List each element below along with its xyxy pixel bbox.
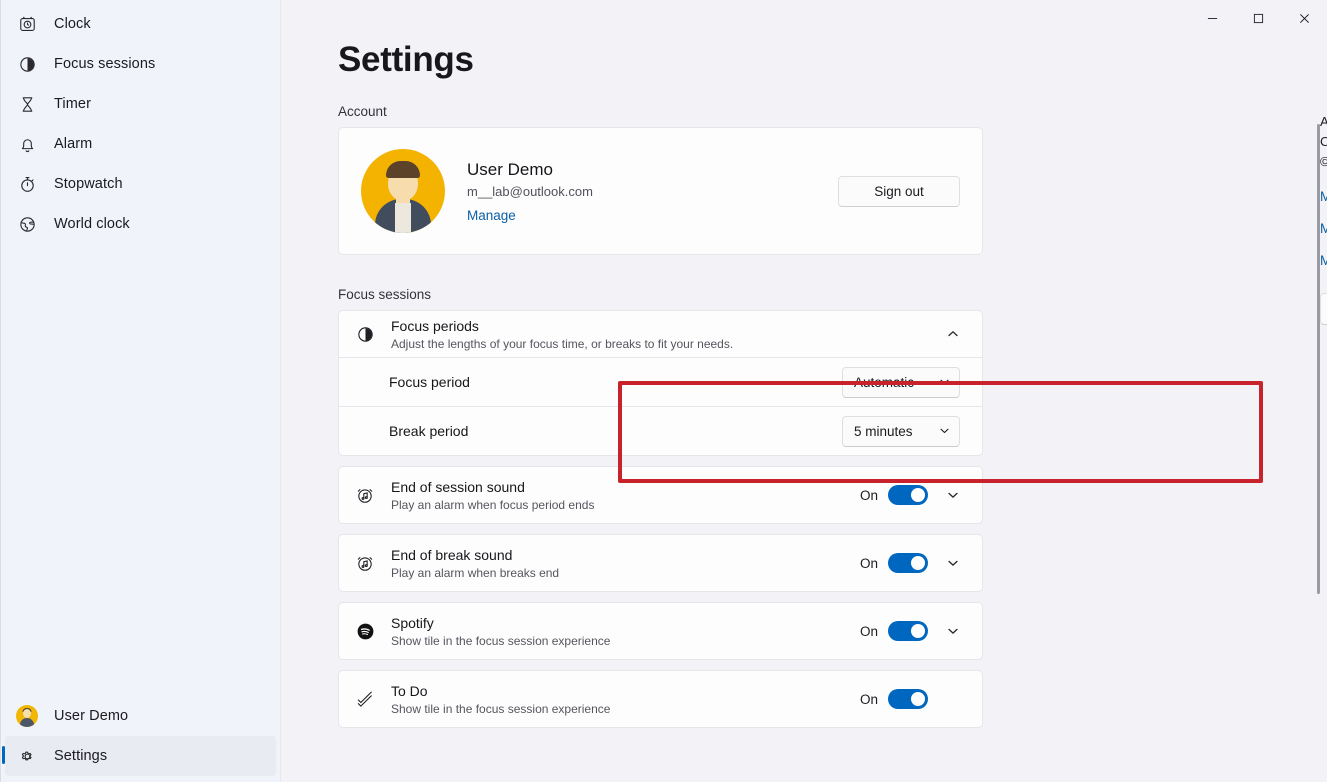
sidebar-item-world-clock[interactable]: World clock bbox=[5, 204, 275, 244]
maximize-button[interactable] bbox=[1235, 0, 1281, 36]
window-left-border bbox=[0, 0, 1, 782]
toggle-state-label: On bbox=[860, 556, 878, 571]
chevron-up-icon[interactable] bbox=[938, 319, 968, 349]
sidebar-item-label: Focus sessions bbox=[54, 56, 155, 72]
setting-row-subtitle: Play an alarm when focus period ends bbox=[391, 498, 860, 512]
setting-row-title: Spotify bbox=[391, 615, 860, 631]
break-period-dropdown[interactable]: 5 minutes bbox=[842, 416, 960, 447]
main-content: Settings Account User Demo m__lab@outloo… bbox=[281, 0, 1327, 782]
sidebar-item-label: Stopwatch bbox=[54, 176, 123, 192]
sidebar-item-label: Alarm bbox=[54, 136, 92, 152]
focus-sessions-icon bbox=[353, 322, 377, 346]
account-email: m__lab@outlook.com bbox=[467, 184, 838, 199]
sidebar-bottom-group: User Demo Settings bbox=[0, 696, 281, 776]
avatar bbox=[361, 149, 445, 233]
manage-account-link[interactable]: Manage bbox=[467, 208, 838, 223]
setting-row-spotify: Spotify Show tile in the focus session e… bbox=[338, 602, 983, 660]
toggle-state-label: On bbox=[860, 624, 878, 639]
spotify-toggle[interactable] bbox=[888, 621, 928, 641]
setting-row-end-of-session-sound: End of session sound Play an alarm when … bbox=[338, 466, 983, 524]
chevron-down-icon bbox=[939, 375, 950, 390]
account-card: User Demo m__lab@outlook.com Manage Sign… bbox=[338, 127, 983, 255]
spotify-icon bbox=[353, 619, 377, 643]
alarm-sound-icon bbox=[353, 551, 377, 575]
sidebar-item-alarm[interactable]: Alarm bbox=[5, 124, 275, 164]
focus-sessions-icon bbox=[16, 53, 38, 75]
to-do-toggle[interactable] bbox=[888, 689, 928, 709]
setting-row-subtitle: Play an alarm when breaks end bbox=[391, 566, 860, 580]
scrollbar[interactable] bbox=[1313, 42, 1325, 778]
minimize-button[interactable] bbox=[1189, 0, 1235, 36]
focus-period-value: Automatic bbox=[854, 375, 939, 390]
user-avatar-icon bbox=[16, 705, 38, 727]
globe-icon bbox=[16, 213, 38, 235]
sidebar-item-label: Clock bbox=[54, 16, 91, 32]
clock-icon bbox=[16, 13, 38, 35]
sidebar-item-label: User Demo bbox=[54, 708, 128, 724]
account-name: User Demo bbox=[467, 160, 838, 180]
sidebar-item-label: World clock bbox=[54, 216, 130, 232]
setting-row-title: End of break sound bbox=[391, 547, 860, 563]
chevron-down-icon[interactable] bbox=[938, 480, 968, 510]
toggle-state-label: On bbox=[860, 488, 878, 503]
sidebar-item-label: Timer bbox=[54, 96, 91, 112]
page-title: Settings bbox=[338, 40, 474, 80]
sign-out-button[interactable]: Sign out bbox=[838, 176, 960, 207]
focus-periods-group: Focus periods Adjust the lengths of your… bbox=[338, 310, 983, 456]
window-controls bbox=[1189, 0, 1327, 36]
chevron-down-icon[interactable] bbox=[938, 616, 968, 646]
break-period-value: 5 minutes bbox=[854, 424, 939, 439]
sidebar-item-timer[interactable]: Timer bbox=[5, 84, 275, 124]
setting-row-title: End of session sound bbox=[391, 479, 860, 495]
end-of-session-sound-toggle[interactable] bbox=[888, 485, 928, 505]
focus-period-row: Focus period Automatic bbox=[338, 358, 983, 407]
setting-row-subtitle: Show tile in the focus session experienc… bbox=[391, 702, 860, 716]
break-period-label: Break period bbox=[389, 423, 842, 439]
gear-icon bbox=[16, 745, 38, 767]
section-label-focus-sessions: Focus sessions bbox=[338, 287, 1327, 302]
chevron-down-icon[interactable] bbox=[938, 548, 968, 578]
focus-period-label: Focus period bbox=[389, 374, 842, 390]
hourglass-icon bbox=[16, 93, 38, 115]
alarm-sound-icon bbox=[353, 483, 377, 507]
setting-row-subtitle: Show tile in the focus session experienc… bbox=[391, 634, 860, 648]
end-of-break-sound-toggle[interactable] bbox=[888, 553, 928, 573]
sidebar-item-settings[interactable]: Settings bbox=[5, 736, 276, 776]
todo-check-icon bbox=[353, 687, 377, 711]
setting-row-title: To Do bbox=[391, 683, 860, 699]
settings-content: Account User Demo m__lab@outlook.com Man… bbox=[281, 104, 1327, 738]
account-details: User Demo m__lab@outlook.com Manage bbox=[467, 160, 838, 223]
setting-row-end-of-break-sound: End of break sound Play an alarm when br… bbox=[338, 534, 983, 592]
focus-periods-title: Focus periods bbox=[391, 318, 928, 334]
toggle-state-label: On bbox=[860, 692, 878, 707]
focus-period-dropdown[interactable]: Automatic bbox=[842, 367, 960, 398]
sidebar-item-stopwatch[interactable]: Stopwatch bbox=[5, 164, 275, 204]
stopwatch-icon bbox=[16, 173, 38, 195]
section-label-account: Account bbox=[338, 104, 1327, 119]
sidebar-item-label: Settings bbox=[54, 748, 107, 764]
chevron-down-icon bbox=[939, 424, 950, 439]
sidebar-item-user-demo[interactable]: User Demo bbox=[5, 696, 276, 736]
break-period-row: Break period 5 minutes bbox=[338, 407, 983, 456]
focus-periods-subtitle: Adjust the lengths of your focus time, o… bbox=[391, 337, 928, 351]
close-button[interactable] bbox=[1281, 0, 1327, 36]
clock-settings-window: Clock Focus sessions Timer bbox=[0, 0, 1327, 782]
focus-periods-header[interactable]: Focus periods Adjust the lengths of your… bbox=[338, 310, 983, 358]
setting-row-to-do: To Do Show tile in the focus session exp… bbox=[338, 670, 983, 728]
sidebar-item-focus-sessions[interactable]: Focus sessions bbox=[5, 44, 275, 84]
scrollbar-thumb[interactable] bbox=[1317, 124, 1320, 594]
bell-icon bbox=[16, 133, 38, 155]
sidebar: Clock Focus sessions Timer bbox=[0, 0, 281, 782]
sidebar-item-clock[interactable]: Clock bbox=[5, 4, 275, 44]
